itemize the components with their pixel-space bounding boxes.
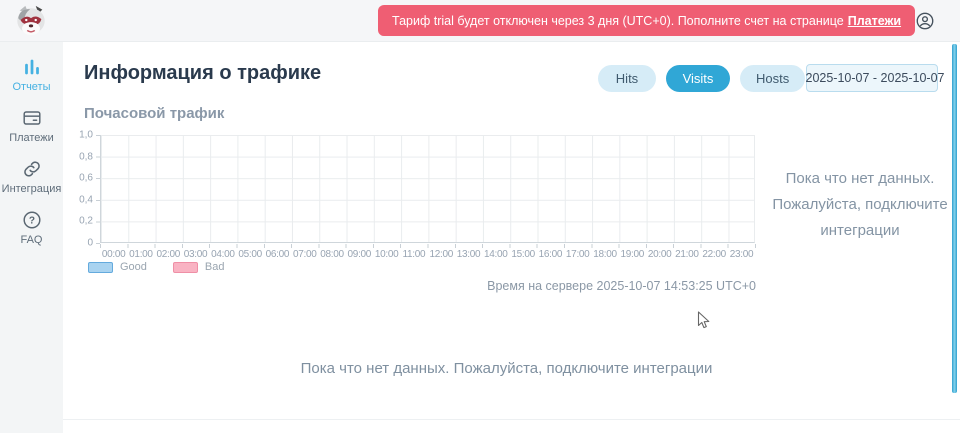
x-tick-label: 18:00 <box>591 249 618 260</box>
svg-text:?: ? <box>28 216 34 227</box>
legend-swatch <box>88 262 113 273</box>
x-tick-label: 15:00 <box>509 249 536 260</box>
bottom-divider <box>63 419 960 420</box>
x-tick-label: 20:00 <box>646 249 673 260</box>
legend-item[interactable]: Bad <box>173 261 225 273</box>
x-tick-label: 00:00 <box>100 249 127 260</box>
chart-legend: Good Bad <box>88 261 225 273</box>
sidebar-item-integration[interactable]: Интеграция <box>0 158 63 195</box>
y-tick-label: 1,0 <box>79 130 93 141</box>
mouse-cursor <box>697 311 710 330</box>
legend-swatch <box>173 262 198 273</box>
x-tick-label: 13:00 <box>455 249 482 260</box>
empty-state-side-text: Пока что нет данных. Пожалуйста, подключ… <box>770 166 950 244</box>
x-tick-label: 04:00 <box>209 249 236 260</box>
top-header: Тариф trial будет отключен через 3 дня (… <box>0 0 960 42</box>
link-icon <box>21 158 43 180</box>
x-tick-label: 17:00 <box>564 249 591 260</box>
bar-chart-icon <box>21 56 43 78</box>
sidebar: Отчеты Платежи Интеграция ? FAQ <box>0 42 63 433</box>
x-tick-label: 08:00 <box>318 249 345 260</box>
empty-state-bottom-text: Пока что нет данных. Пожалуйста, подключ… <box>63 360 950 377</box>
x-tick-label: 10:00 <box>373 249 400 260</box>
sidebar-item-label: Интеграция <box>2 183 62 195</box>
sidebar-item-label: Отчеты <box>12 81 50 93</box>
x-tick-label: 14:00 <box>482 249 509 260</box>
sidebar-item-label: Платежи <box>9 132 54 144</box>
server-time: Время на сервере 2025-10-07 14:53:25 UTC… <box>100 279 756 293</box>
vertical-scrollbar[interactable] <box>952 44 957 393</box>
y-axis-ticks <box>96 135 100 245</box>
y-tick-label: 0,8 <box>79 151 93 162</box>
banner-text: Тариф trial будет отключен через 3 дня (… <box>392 14 844 28</box>
x-tick-label: 02:00 <box>155 249 182 260</box>
payments-link[interactable]: Платежи <box>848 14 901 28</box>
question-circle-icon: ? <box>21 209 43 231</box>
y-tick-label: 0 <box>87 238 93 249</box>
x-tick-label: 22:00 <box>701 249 728 260</box>
sidebar-item-reports[interactable]: Отчеты <box>0 56 63 93</box>
legend-label: Bad <box>205 261 225 273</box>
date-range-picker[interactable]: 2025-10-07 - 2025-10-07 <box>806 64 938 92</box>
raccoon-logo-icon[interactable] <box>12 4 50 38</box>
x-tick-label: 11:00 <box>400 249 427 260</box>
app-window: Тариф trial будет отключен через 3 дня (… <box>0 0 960 433</box>
x-tick-label: 12:00 <box>428 249 455 260</box>
y-axis-labels: 1,00,80,60,40,20 <box>56 135 93 243</box>
chart-title: Почасовой трафик <box>84 105 224 122</box>
trial-warning-banner: Тариф trial будет отключен через 3 дня (… <box>378 5 915 36</box>
sidebar-item-faq[interactable]: ? FAQ <box>0 209 63 246</box>
legend-label: Good <box>120 261 147 273</box>
sidebar-item-payments[interactable]: Платежи <box>0 107 63 144</box>
x-tick-label: 05:00 <box>236 249 263 260</box>
tab-hits[interactable]: Hits <box>598 65 656 92</box>
legend-item[interactable]: Good <box>88 261 147 273</box>
x-axis-labels: 00:0001:0002:0003:0004:0005:0006:0007:00… <box>100 249 755 260</box>
y-tick-label: 0,4 <box>79 194 93 205</box>
tab-visits[interactable]: Visits <box>666 65 730 92</box>
y-tick-label: 0,6 <box>79 173 93 184</box>
tab-hosts[interactable]: Hosts <box>740 65 805 92</box>
page-title: Информация о трафике <box>84 62 321 85</box>
x-tick-label: 07:00 <box>291 249 318 260</box>
x-tick-label: 09:00 <box>346 249 373 260</box>
traffic-metric-tabs: Hits Visits Hosts <box>598 65 805 92</box>
hourly-traffic-chart <box>100 135 755 243</box>
credit-card-icon <box>21 107 43 129</box>
x-tick-label: 19:00 <box>619 249 646 260</box>
x-tick-label: 21:00 <box>673 249 700 260</box>
x-tick-label: 23:00 <box>728 249 755 260</box>
profile-icon[interactable] <box>914 10 936 32</box>
x-tick-label: 16:00 <box>537 249 564 260</box>
x-tick-label: 06:00 <box>264 249 291 260</box>
x-axis-ticks <box>100 244 756 248</box>
sidebar-item-label: FAQ <box>20 234 42 246</box>
date-range-value: 2025-10-07 - 2025-10-07 <box>806 71 945 85</box>
x-tick-label: 03:00 <box>182 249 209 260</box>
y-tick-label: 0,2 <box>79 216 93 227</box>
x-tick-label: 01:00 <box>127 249 154 260</box>
